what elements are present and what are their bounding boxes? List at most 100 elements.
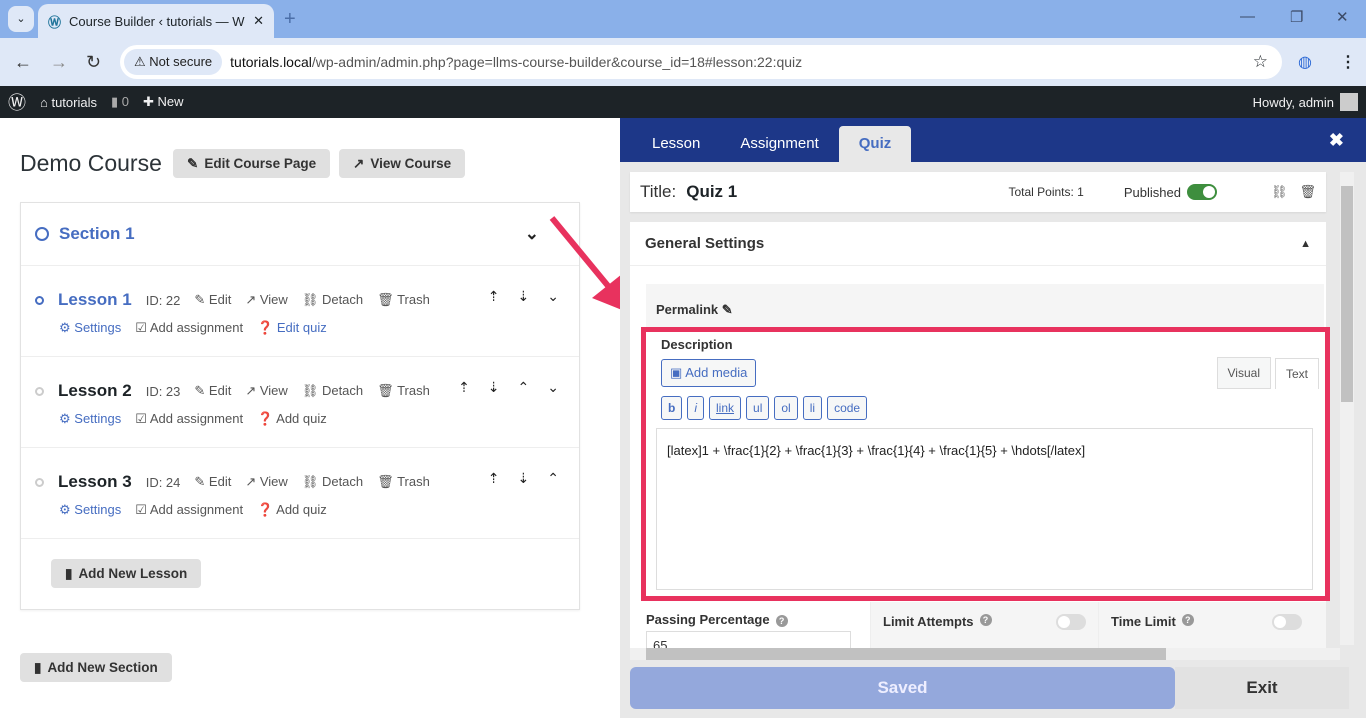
close-tab-icon[interactable]: ✕ (253, 13, 264, 29)
back-button[interactable]: ← (14, 52, 32, 73)
detach-lesson-link[interactable]: ⛓ Detach (302, 383, 363, 399)
detach-lesson-link[interactable]: ⛓ Detach (302, 292, 363, 308)
add-media-button[interactable]: ▣ Add media (661, 359, 757, 387)
minimize-button[interactable]: — (1240, 8, 1255, 25)
edit-lesson-link[interactable]: ✎ Edit (194, 292, 231, 308)
quicktag-ul-button[interactable]: ul (746, 396, 770, 420)
move-down-icon[interactable]: ⇣ (518, 470, 530, 487)
view-lesson-link[interactable]: ↗ View (245, 383, 287, 399)
close-window-button[interactable]: ✕ (1336, 8, 1349, 26)
quiz-link[interactable]: ❓ Edit quiz (257, 320, 327, 336)
tab-quiz[interactable]: Quiz (838, 126, 912, 162)
chevron-up-icon[interactable]: ⌃ (518, 379, 530, 396)
tab-assignment[interactable]: Assignment (720, 126, 838, 162)
forward-button[interactable]: → (50, 52, 68, 73)
chevron-down-icon[interactable]: ⌄ (547, 379, 559, 396)
browser-tab[interactable]: Ⓦ Course Builder ‹ tutorials — Wo ✕ (38, 4, 274, 38)
move-down-icon[interactable]: ⇣ (518, 288, 530, 305)
close-panel-icon[interactable]: ✖ (1329, 130, 1344, 151)
detach-icon: ⛓ (301, 383, 319, 398)
new-content-link[interactable]: ✚ New (143, 94, 184, 110)
new-tab-button[interactable]: + (284, 8, 296, 31)
browser-menu-icon[interactable]: ⋮ (1340, 52, 1356, 72)
lesson-settings-link[interactable]: ⚙ Settings (59, 411, 121, 427)
question-circle-icon: ❓ (257, 320, 274, 335)
quiz-link[interactable]: ❓ Add quiz (257, 502, 327, 518)
visual-tab[interactable]: Visual (1216, 357, 1271, 389)
lesson-title[interactable]: Lesson 1 (58, 290, 132, 310)
quicktag-li-button[interactable]: li (802, 396, 823, 420)
text-tab[interactable]: Text (1274, 357, 1319, 389)
trash-lesson-link[interactable]: 🗑 Trash (377, 474, 430, 490)
help-icon[interactable]: ? (979, 614, 992, 626)
edit-course-page-button[interactable]: ✎ Edit Course Page (173, 149, 331, 178)
saved-button[interactable]: Saved (630, 667, 1175, 709)
description-textarea[interactable]: [latex]1 + \frac{1}{2} + \frac{1}{3} + \… (656, 428, 1313, 590)
quiz-title[interactable]: Quiz 1 (686, 182, 737, 202)
tab-lesson[interactable]: Lesson (632, 126, 720, 162)
section-header[interactable]: Section 1 ⌄ (21, 203, 579, 266)
vertical-scrollbar[interactable] (1340, 172, 1354, 645)
passing-percentage-input[interactable]: 65 (646, 631, 851, 648)
view-lesson-link[interactable]: ↗ View (245, 474, 287, 490)
chevron-down-icon[interactable]: ⌄ (525, 224, 539, 244)
move-up-icon[interactable]: ⇡ (458, 379, 470, 396)
move-up-icon[interactable]: ⇡ (488, 288, 500, 305)
lesson-settings-link[interactable]: ⚙ Settings (59, 502, 121, 518)
quicktags-toolbar: b i link ul ol li code (661, 396, 868, 420)
address-bar[interactable]: ⚠ Not secure tutorials.local/wp-admin/ad… (120, 45, 1282, 79)
detach-icon: ⛓ (301, 474, 319, 489)
trash-lesson-link[interactable]: 🗑 Trash (377, 383, 430, 399)
lesson-row: Lesson 2 ID: 23 ✎ Edit ↗ View ⛓ Detach 🗑… (21, 357, 579, 448)
quicktag-code-button[interactable]: code (827, 396, 868, 420)
help-icon[interactable]: ? (1181, 614, 1194, 626)
chevron-up-icon[interactable]: ⌃ (547, 470, 559, 487)
detach-icon[interactable]: ⛓ (1271, 184, 1288, 200)
avatar (1340, 93, 1358, 111)
exit-button[interactable]: Exit (1175, 667, 1349, 709)
comments-link[interactable]: ▮ 0 (111, 94, 129, 110)
view-course-button[interactable]: ↗ View Course (339, 149, 466, 178)
collapse-icon[interactable]: ▲ (1300, 238, 1311, 250)
trash-lesson-link[interactable]: 🗑 Trash (377, 292, 430, 308)
add-new-lesson-button[interactable]: ▮ Add New Lesson (51, 559, 202, 588)
horizontal-scrollbar[interactable] (630, 648, 1340, 660)
quicktag-link-button[interactable]: link (709, 396, 742, 420)
edit-lesson-link[interactable]: ✎ Edit (194, 383, 231, 399)
view-lesson-link[interactable]: ↗ View (245, 292, 287, 308)
pencil-icon[interactable]: ✎ (722, 302, 733, 317)
maximize-button[interactable]: ❐ (1290, 8, 1303, 26)
extension-icon[interactable]: ◍ (1298, 52, 1312, 72)
quicktag-b-button[interactable]: b (661, 396, 683, 420)
move-up-icon[interactable]: ⇡ (488, 470, 500, 487)
reload-button[interactable]: ↻ (86, 52, 101, 73)
add-assignment-link[interactable]: ☑ Add assignment (135, 411, 243, 427)
edit-lesson-link[interactable]: ✎ Edit (194, 474, 231, 490)
gear-icon: ⚙ (59, 502, 71, 517)
add-assignment-link[interactable]: ☑ Add assignment (135, 502, 243, 518)
add-new-section-button[interactable]: ▮ Add New Section (20, 653, 172, 682)
site-link[interactable]: ⌂ tutorials (40, 95, 97, 110)
limit-attempts-toggle[interactable] (1056, 614, 1086, 630)
tab-search-button[interactable]: ⌄ (8, 6, 34, 32)
external-link-icon: ↗ (245, 292, 257, 307)
help-icon[interactable]: ? (775, 615, 788, 627)
lesson-title[interactable]: Lesson 2 (58, 381, 132, 401)
trash-icon[interactable]: 🗑 (1299, 184, 1316, 200)
time-limit-toggle[interactable] (1272, 614, 1302, 630)
lesson-settings-link[interactable]: ⚙ Settings (59, 320, 121, 336)
bookmark-star-icon[interactable]: ☆ (1253, 52, 1268, 72)
published-toggle[interactable] (1186, 184, 1217, 200)
add-assignment-link[interactable]: ☑ Add assignment (135, 320, 243, 336)
quiz-link[interactable]: ❓ Add quiz (257, 411, 327, 427)
external-link-icon: ↗ (245, 474, 257, 489)
detach-lesson-link[interactable]: ⛓ Detach (302, 474, 363, 490)
general-settings-header[interactable]: General Settings ▲ (630, 222, 1326, 266)
quicktag-i-button[interactable]: i (687, 396, 705, 420)
move-down-icon[interactable]: ⇣ (488, 379, 500, 396)
not-secure-badge[interactable]: ⚠ Not secure (124, 49, 223, 75)
lesson-title[interactable]: Lesson 3 (58, 472, 132, 492)
wordpress-logo-icon[interactable]: Ⓦ (8, 89, 26, 115)
quicktag-ol-button[interactable]: ol (774, 396, 798, 420)
account-menu[interactable]: Howdy, admin (1253, 86, 1358, 118)
